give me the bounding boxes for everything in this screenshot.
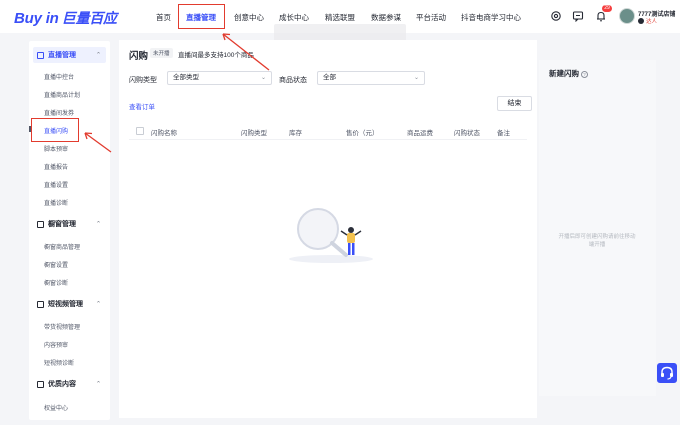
sidebar-item-video-management[interactable]: 带货视频管理 xyxy=(44,322,80,331)
nav-annotation-box xyxy=(178,4,225,29)
sidebar-item-showcase-diagnosis[interactable]: 橱窗诊断 xyxy=(44,278,68,287)
column-stock: 库存 xyxy=(289,130,302,137)
nav-creative-center[interactable]: 创意中心 xyxy=(234,12,264,23)
sidebar-group-live[interactable]: 直播管理 ⌄ xyxy=(33,47,106,63)
right-panel-title: 新建闪购? xyxy=(549,68,588,79)
headset-icon xyxy=(661,366,673,380)
sidebar-item-live-diagnosis[interactable]: 直播诊断 xyxy=(44,198,68,207)
sidebar-item-coupons[interactable]: 直播间发券 xyxy=(44,108,74,117)
sidebar-item-benefits-center[interactable]: 权益中心 xyxy=(44,403,68,412)
nav-selected-alliance[interactable]: 精选联盟 xyxy=(325,12,355,23)
sidebar-item-console[interactable]: 直播中控台 xyxy=(44,72,74,81)
store-tag-label: 达人 xyxy=(646,19,658,25)
column-name: 闪购名称 xyxy=(151,130,177,137)
customer-support-button[interactable] xyxy=(657,363,677,383)
column-price: 售价（元） xyxy=(346,130,379,137)
logo-cn: 巨量百应 xyxy=(61,10,117,26)
sidebar-item-showcase-settings[interactable]: 橱窗设置 xyxy=(44,260,68,269)
live-icon xyxy=(37,51,44,59)
sidebar-annotation-box xyxy=(31,118,79,142)
right-panel-title-text: 新建闪购 xyxy=(549,69,579,78)
chevron-down-icon: ⌄ xyxy=(260,75,266,81)
product-status-label: 商品状态 xyxy=(279,77,307,84)
live-status-badge: 未开播 xyxy=(150,48,173,58)
sidebar-item-live-report[interactable]: 直播报告 xyxy=(44,162,68,171)
view-orders-link[interactable]: 查看订单 xyxy=(129,101,155,111)
notification-badge: 29 xyxy=(602,5,612,12)
right-panel-hint: 开播后即可创建闪购请前往移动端开播 xyxy=(558,234,636,248)
sidebar-group-label: 直播管理 xyxy=(48,52,76,59)
end-button[interactable]: 结束 xyxy=(497,96,532,111)
flash-type-label: 闪购类型 xyxy=(129,77,157,84)
sidebar-item-content-review[interactable]: 内容预审 xyxy=(44,340,68,349)
table-header: 闪购名称 闪购类型 库存 售价（元） 商品运费 闪购状态 备注 xyxy=(129,124,527,140)
sidebar-group-label: 优质内容 xyxy=(48,381,76,388)
column-status: 闪购状态 xyxy=(454,130,480,137)
video-icon xyxy=(37,300,44,308)
sidebar-item-video-diagnosis[interactable]: 短视频诊断 xyxy=(44,358,74,367)
quality-icon xyxy=(37,380,44,388)
column-shipping: 商品运费 xyxy=(407,130,433,137)
showcase-icon xyxy=(37,220,44,228)
sidebar-group-label: 橱窗管理 xyxy=(48,221,76,228)
message-icon[interactable] xyxy=(572,10,584,22)
chevron-up-icon: ⌄ xyxy=(95,219,101,225)
douyin-icon xyxy=(638,18,644,24)
create-flash-panel xyxy=(539,60,656,396)
column-remark: 备注 xyxy=(497,130,510,137)
sidebar-group-short-video[interactable]: 短视频管理 ⌄ xyxy=(33,296,106,312)
sidebar-group-showcase[interactable]: 橱窗管理 ⌄ xyxy=(33,216,106,232)
sidebar-item-product-plan[interactable]: 直播商品计划 xyxy=(44,90,80,99)
main-panel: 闪购 未开播 直播间最多支持100个商品 闪购类型 全部类型 ⌄ 商品状态 全部… xyxy=(119,40,537,418)
sidebar-group-label: 短视频管理 xyxy=(48,301,83,308)
sidebar-item-showcase-products[interactable]: 橱窗商品管理 xyxy=(44,242,80,251)
product-status-value: 全部 xyxy=(323,74,336,81)
nav-platform-events[interactable]: 平台活动 xyxy=(416,12,446,23)
nav-learning-center[interactable]: 抖音电商学习中心 xyxy=(461,12,521,23)
flash-type-select[interactable]: 全部类型 ⌄ xyxy=(167,71,272,85)
avatar[interactable] xyxy=(619,8,635,24)
limit-text: 直播间最多支持100个商品 xyxy=(178,52,254,59)
chevron-up-icon: ⌄ xyxy=(95,379,101,385)
page-title: 闪购 xyxy=(129,51,149,62)
settings-icon[interactable] xyxy=(550,10,562,22)
sidebar-group-quality-content[interactable]: 优质内容 ⌄ xyxy=(33,376,106,392)
nav-home[interactable]: 首页 xyxy=(156,12,171,23)
column-type: 闪购类型 xyxy=(241,130,267,137)
empty-state-illustration xyxy=(289,208,373,263)
sidebar-item-live-settings[interactable]: 直播设置 xyxy=(44,180,68,189)
nav-data-advisor[interactable]: 数据参谋 xyxy=(371,12,401,23)
chevron-up-icon: ⌄ xyxy=(95,299,101,305)
chevron-down-icon: ⌄ xyxy=(413,75,419,81)
logo[interactable]: Buy in 巨量百应 xyxy=(14,8,117,28)
product-status-select[interactable]: 全部 ⌄ xyxy=(317,71,425,85)
select-all-checkbox[interactable] xyxy=(136,127,144,135)
flash-type-value: 全部类型 xyxy=(173,74,199,81)
logo-latin: Buy in xyxy=(14,10,59,27)
help-icon[interactable]: ? xyxy=(581,71,588,78)
chevron-up-icon: ⌄ xyxy=(95,50,101,56)
sidebar-item-script-review[interactable]: 脚本预审 xyxy=(44,144,68,153)
store-tag: 达人 xyxy=(638,17,657,25)
nav-growth-center[interactable]: 成长中心 xyxy=(279,12,309,23)
